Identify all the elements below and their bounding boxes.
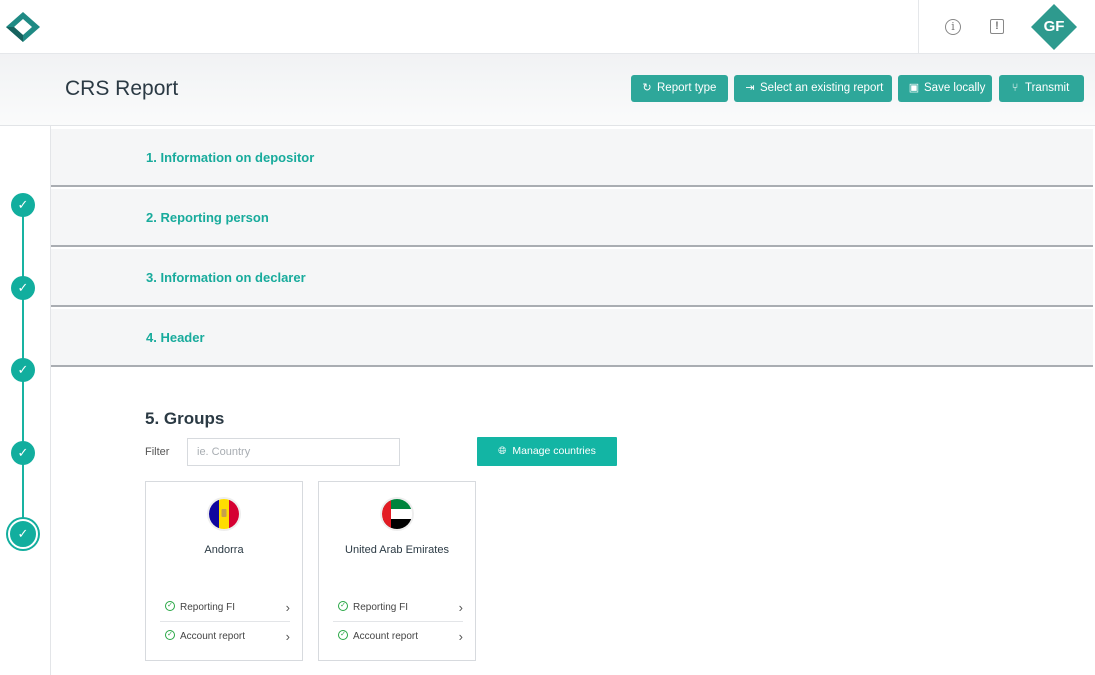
country-card-andorra[interactable]: Andorra ✓ Reporting FI › ✓ Account report …	[145, 481, 303, 661]
country-name: Andorra	[204, 544, 244, 556]
uae-flag-icon	[382, 499, 412, 529]
avatar-initials: GF	[1043, 18, 1065, 35]
section-information-on-declarer[interactable]: 3. Information on declarer	[51, 249, 1093, 307]
section-title: 4. Header	[146, 330, 205, 345]
reporting-fi-row[interactable]: ✓ Reporting FI ›	[333, 594, 463, 622]
filter-label: Filter	[145, 446, 170, 458]
account-report-row[interactable]: ✓ Account report ›	[160, 623, 290, 651]
section-title: 3. Information on declarer	[146, 270, 306, 285]
check-circle-icon: ✓	[338, 601, 348, 612]
transmit-button[interactable]: ⑂ Transmit	[999, 75, 1084, 102]
account-report-row[interactable]: ✓ Account report ›	[333, 623, 463, 651]
section-header[interactable]: 4. Header	[51, 309, 1093, 367]
groups-title: 5. Groups	[145, 409, 225, 428]
logo-diamond-icon[interactable]	[4, 10, 42, 44]
check-circle-icon: ✓	[165, 630, 175, 641]
manage-countries-button[interactable]: 🌐︎ Manage countries	[477, 437, 617, 466]
andorra-flag-icon	[209, 499, 239, 529]
check-circle-icon: ✓	[165, 601, 175, 612]
top-bar: i ! GF	[0, 0, 1095, 54]
section-information-on-depositor[interactable]: 1. Information on depositor	[51, 129, 1093, 187]
select-existing-report-button[interactable]: ⇥ Select an existing report	[734, 75, 892, 102]
info-icon[interactable]: i	[945, 19, 961, 35]
country-name: United Arab Emirates	[345, 544, 449, 556]
alert-icon[interactable]: !	[990, 19, 1004, 34]
country-card-uae[interactable]: United Arab Emirates ✓ Reporting FI › ✓ Ac…	[318, 481, 476, 661]
page-header: CRS Report ↻ Report type ⇥ Select an exist…	[0, 54, 1095, 126]
save-locally-button[interactable]: ▣ Save locally	[898, 75, 992, 102]
step-1-check-icon[interactable]: ✓	[11, 193, 35, 217]
chevron-right-icon: ›	[458, 629, 463, 644]
section-title: 1. Information on depositor	[146, 150, 315, 165]
filter-input[interactable]	[187, 438, 400, 466]
step-3-check-icon[interactable]: ✓	[11, 358, 35, 382]
refresh-icon: ↻	[642, 82, 652, 94]
check-circle-icon: ✓	[338, 630, 348, 641]
file-import-icon: ⇥	[745, 82, 755, 94]
chevron-right-icon: ›	[285, 600, 290, 615]
avatar[interactable]: GF	[1030, 3, 1078, 51]
page-title: CRS Report	[65, 77, 179, 100]
chevron-right-icon: ›	[285, 629, 290, 644]
globe-icon: 🌐︎	[498, 445, 507, 457]
chevron-right-icon: ›	[458, 600, 463, 615]
share-nodes-icon: ⑂	[1011, 82, 1019, 94]
step-4-check-icon[interactable]: ✓	[11, 441, 35, 465]
floppy-icon: ▣	[908, 82, 920, 94]
step-5-active-check-icon[interactable]: ✓	[8, 519, 38, 549]
section-title: 2. Reporting person	[146, 210, 269, 225]
section-reporting-person[interactable]: 2. Reporting person	[51, 189, 1093, 247]
report-type-button[interactable]: ↻ Report type	[631, 75, 728, 102]
top-right-actions: i ! GF	[918, 0, 1095, 54]
reporting-fi-row[interactable]: ✓ Reporting FI ›	[160, 594, 290, 622]
step-2-check-icon[interactable]: ✓	[11, 276, 35, 300]
